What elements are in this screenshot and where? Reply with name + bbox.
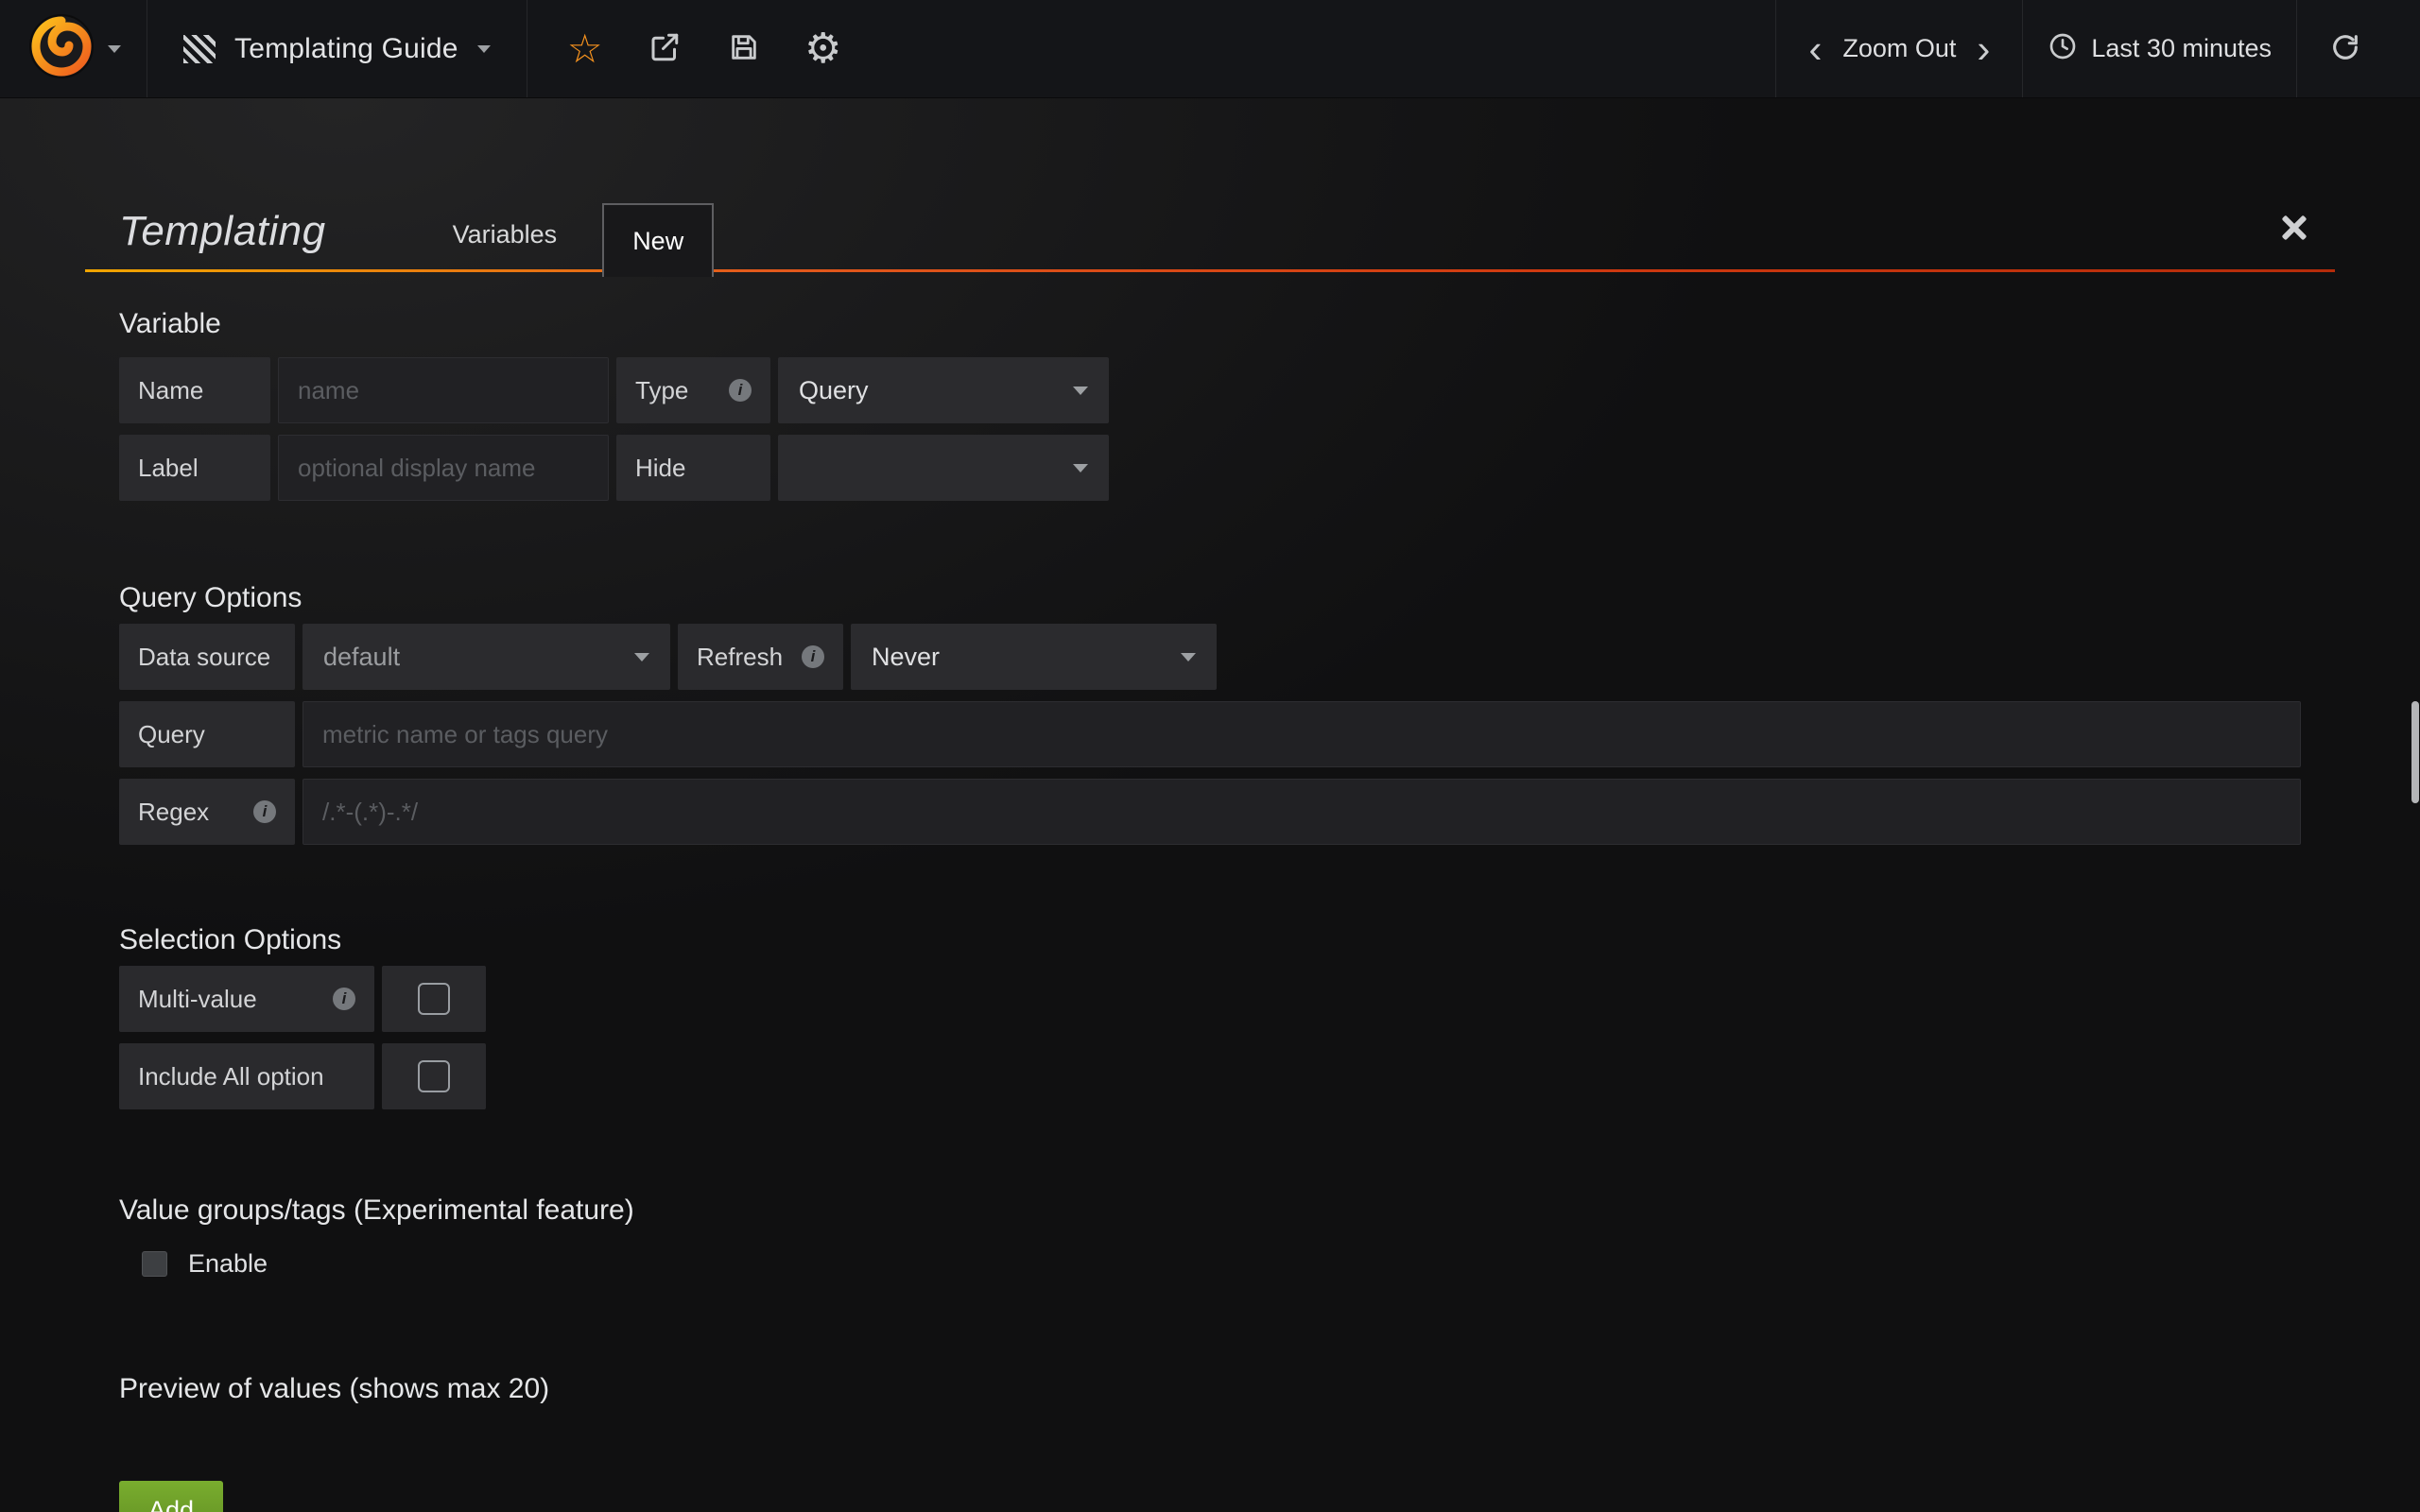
hide-select[interactable] [778, 435, 1109, 501]
info-icon[interactable]: i [729, 379, 752, 402]
dashboard-settings-view: Templating Variables New Variable Name T… [0, 98, 2420, 1512]
caret-down-icon [634, 653, 649, 662]
label-label: Label [119, 435, 270, 501]
include-all-checkbox[interactable] [382, 1043, 486, 1109]
type-select-value: Query [799, 376, 869, 405]
refresh-label-text: Refresh [697, 643, 783, 672]
chevron-right-icon: › [1977, 26, 1990, 71]
tab-variables[interactable]: Variables [449, 220, 562, 249]
share-icon [648, 30, 682, 67]
regex-label: Regex i [119, 779, 295, 845]
dashboard-actions: ☆ ⚙ [527, 0, 881, 97]
share-dashboard-button[interactable] [631, 16, 698, 82]
templating-tabs: Variables New [449, 203, 715, 272]
enable-checkbox[interactable] [142, 1251, 167, 1277]
include-all-label: Include All option [119, 1043, 374, 1109]
refresh-select[interactable]: Never [851, 624, 1217, 690]
query-label: Query [119, 701, 295, 767]
refresh-label: Refresh i [678, 624, 843, 690]
time-range-label: Last 30 minutes [2091, 34, 2272, 63]
selection-options-title: Selection Options [119, 924, 2301, 956]
variable-label-row: Label Hide [119, 435, 2301, 501]
caret-down-icon [108, 45, 121, 53]
value-groups-section: Value groups/tags (Experimental feature)… [119, 1194, 2301, 1279]
include-all-row: Include All option [119, 1043, 2301, 1109]
refresh-icon [2329, 31, 2361, 66]
templating-header: Templating Variables New [85, 98, 2335, 272]
close-icon[interactable] [2278, 212, 2310, 244]
variable-label-input[interactable] [278, 435, 609, 501]
variable-section-title: Variable [119, 308, 2301, 340]
zoom-group: ‹ Zoom Out › [1775, 0, 2022, 97]
refresh-group [2296, 0, 2394, 97]
multi-value-label-text: Multi-value [138, 985, 257, 1014]
caret-down-icon [1073, 464, 1088, 472]
time-shift-back-button[interactable]: ‹ [1801, 33, 1829, 65]
zoom-out-button[interactable]: Zoom Out [1842, 34, 1956, 63]
form-actions: Add [119, 1405, 2301, 1512]
star-icon: ☆ [567, 29, 603, 69]
multi-value-label: Multi-value i [119, 966, 374, 1032]
query-options-section: Query Options Data source default Refres… [119, 582, 2301, 845]
dashboard-grid-icon [183, 35, 216, 63]
gear-icon: ⚙ [804, 28, 841, 70]
datasource-row: Data source default Refresh i Never [119, 624, 2301, 690]
hide-label: Hide [616, 435, 770, 501]
caret-down-icon [477, 45, 491, 53]
regex-input[interactable] [302, 779, 2301, 845]
name-label: Name [119, 357, 270, 423]
caret-down-icon [1073, 387, 1088, 395]
grafana-logo [26, 11, 96, 86]
preview-title: Preview of values (shows max 20) [119, 1373, 2301, 1405]
add-button[interactable]: Add [119, 1481, 223, 1512]
scrollbar-thumb[interactable] [2411, 701, 2419, 803]
value-groups-title: Value groups/tags (Experimental feature) [119, 1194, 2301, 1227]
checkbox-unchecked-icon [418, 983, 450, 1015]
header-accent-line [85, 269, 2335, 272]
tab-new[interactable]: New [602, 203, 714, 277]
top-navbar: Templating Guide ☆ [0, 0, 2420, 98]
query-options-title: Query Options [119, 582, 2301, 614]
clock-icon [2048, 31, 2078, 66]
info-icon[interactable]: i [802, 645, 824, 668]
regex-row: Regex i [119, 779, 2301, 845]
regex-label-text: Regex [138, 798, 209, 827]
time-shift-forward-button[interactable]: › [1969, 33, 1997, 65]
selection-options-section: Selection Options Multi-value i Include … [119, 924, 2301, 1109]
info-icon[interactable]: i [333, 988, 355, 1010]
variable-name-row: Name Type i Query [119, 357, 2301, 423]
query-row: Query [119, 701, 2301, 767]
chevron-left-icon: ‹ [1808, 26, 1822, 71]
dashboard-title: Templating Guide [234, 33, 458, 65]
save-icon [728, 31, 760, 66]
star-dashboard-button[interactable]: ☆ [552, 16, 618, 82]
info-icon[interactable]: i [253, 800, 276, 823]
datasource-select[interactable]: default [302, 624, 670, 690]
dashboard-settings-button[interactable]: ⚙ [790, 16, 856, 82]
time-range-picker[interactable]: Last 30 minutes [2022, 0, 2296, 97]
multi-value-row: Multi-value i [119, 966, 2301, 1032]
dashboard-picker[interactable]: Templating Guide [147, 0, 527, 97]
variable-name-input[interactable] [278, 357, 609, 423]
refresh-select-value: Never [872, 643, 940, 672]
checkbox-unchecked-icon [418, 1060, 450, 1092]
caret-down-icon [1181, 653, 1196, 662]
timepicker-controls: ‹ Zoom Out › Last 30 minutes [1775, 0, 2394, 97]
datasource-select-value: default [323, 643, 400, 672]
preview-section: Preview of values (shows max 20) [119, 1373, 2301, 1405]
refresh-dashboard-button[interactable] [2322, 26, 2369, 73]
page-title: Templating [119, 208, 326, 255]
type-select[interactable]: Query [778, 357, 1109, 423]
save-dashboard-button[interactable] [711, 16, 777, 82]
grafana-main-menu[interactable] [0, 0, 147, 97]
query-input[interactable] [302, 701, 2301, 767]
variable-section: Variable Name Type i Query Label Hide [119, 308, 2301, 501]
multi-value-checkbox[interactable] [382, 966, 486, 1032]
type-label-text: Type [635, 376, 688, 405]
enable-row: Enable [142, 1249, 2301, 1279]
datasource-label: Data source [119, 624, 295, 690]
type-label: Type i [616, 357, 770, 423]
enable-label: Enable [188, 1249, 268, 1279]
